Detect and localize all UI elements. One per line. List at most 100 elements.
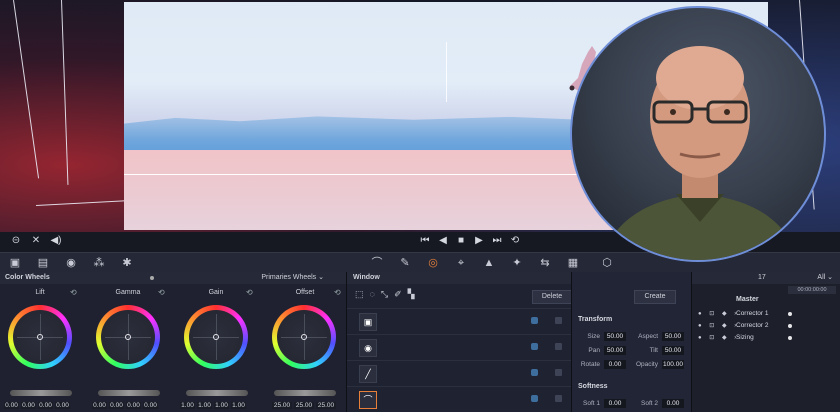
curves-icon[interactable]: ⌒	[370, 256, 384, 270]
color-wheels-panel: Color Wheels Primaries Wheels ⌄ Lift ⟲ 0…	[0, 272, 346, 412]
window-enable-toggle[interactable]	[531, 369, 538, 376]
gamma-g-value[interactable]: 0.00	[126, 402, 141, 409]
panel-title: Color Wheels	[5, 274, 50, 281]
lift-wheel[interactable]	[8, 305, 72, 369]
window-panel-title: Window	[347, 272, 572, 284]
keyframe-dot[interactable]	[788, 324, 792, 328]
aspect-field[interactable]: 50.00	[662, 332, 684, 341]
line-icon[interactable]: ⤡	[381, 289, 388, 300]
gain-b-value[interactable]: 1.00	[231, 402, 246, 409]
gamma-y-value[interactable]: 0.00	[92, 402, 107, 409]
gamma-master-slider[interactable]	[98, 390, 160, 396]
reset-icon[interactable]: ⟲	[334, 288, 341, 297]
square-icon[interactable]: ▣	[359, 313, 377, 331]
gain-y-value[interactable]: 1.00	[180, 402, 195, 409]
reset-icon[interactable]: ⟲	[158, 288, 165, 297]
master-track[interactable]: Master	[736, 296, 759, 303]
square-icon[interactable]: ⬚	[355, 289, 364, 300]
color-wheels-icon[interactable]: ◉	[64, 256, 78, 270]
circle-icon[interactable]: ◉	[359, 339, 377, 357]
key-icon[interactable]: ⇆	[538, 256, 552, 270]
lift-master-slider[interactable]	[10, 390, 72, 396]
step-back-icon[interactable]: ◀	[435, 235, 451, 246]
gain-r-value[interactable]: 1.00	[197, 402, 212, 409]
lock-icon[interactable]: ● ⊡ ◆ ›	[698, 308, 739, 320]
keyframe-header: 17 All ⌄	[692, 272, 840, 284]
node-row[interactable]: ● ⊡ ◆ › Corrector 1	[692, 308, 840, 320]
lift-g-value[interactable]: 0.00	[38, 402, 53, 409]
lock-icon[interactable]: ● ⊡ ◆ ›	[698, 320, 739, 332]
gamma-wheel[interactable]	[96, 305, 160, 369]
wheel-label-offset: Offset	[295, 289, 315, 296]
offset-b-value[interactable]: 25.00	[316, 402, 336, 409]
gamma-r-value[interactable]: 0.00	[109, 402, 124, 409]
create-button[interactable]: Create	[634, 290, 676, 304]
delete-button[interactable]: Delete	[532, 290, 572, 304]
lift-y-value[interactable]: 0.00	[4, 402, 19, 409]
lock-icon[interactable]: ● ⊡ ◆ ›	[698, 332, 739, 344]
tilt-field[interactable]: 50.00	[662, 346, 684, 355]
page-dot[interactable]	[150, 276, 154, 280]
reset-icon[interactable]: ⟲	[246, 288, 253, 297]
gain-wheel[interactable]	[184, 305, 248, 369]
lift-b-value[interactable]: 0.00	[55, 402, 70, 409]
presenter-webcam	[570, 6, 826, 262]
loop-icon[interactable]: ⟲	[507, 235, 523, 246]
skip-forward-icon[interactable]: ⏭	[489, 235, 505, 246]
window-invert-toggle[interactable]	[555, 395, 562, 402]
window-invert-toggle[interactable]	[555, 343, 562, 350]
play-icon[interactable]: ▶	[471, 235, 487, 246]
window-row-curve[interactable]: ⌒	[347, 386, 572, 411]
color-match-icon[interactable]: ▤	[36, 256, 50, 270]
gradient-icon[interactable]: ▚	[408, 289, 415, 300]
gain-master-slider[interactable]	[186, 390, 248, 396]
all-dropdown[interactable]: All ⌄	[817, 272, 833, 284]
soft1-field[interactable]: 0.00	[604, 399, 626, 408]
size-field[interactable]: 50.00	[604, 332, 626, 341]
node-row[interactable]: ● ⊡ ◆ › Corrector 2	[692, 320, 840, 332]
window-enable-toggle[interactable]	[531, 317, 538, 324]
stop-icon[interactable]: ■	[453, 235, 469, 246]
skip-back-icon[interactable]: ⏮	[417, 235, 433, 246]
offset-master-slider[interactable]	[274, 390, 336, 396]
gamma-b-value[interactable]: 0.00	[143, 402, 158, 409]
linear-icon[interactable]: ╱	[359, 365, 377, 383]
lift-r-value[interactable]: 0.00	[21, 402, 36, 409]
reset-icon[interactable]: ⟲	[70, 288, 77, 297]
soft2-field[interactable]: 0.00	[662, 399, 684, 408]
opacity-field[interactable]: 100.00	[662, 360, 684, 369]
window-row-linear[interactable]: ╱	[347, 360, 572, 385]
camera-raw-icon[interactable]: ▣	[8, 256, 22, 270]
window-icon[interactable]: ◎	[426, 256, 440, 270]
keyframe-dot[interactable]	[788, 336, 792, 340]
rgb-mixer-icon[interactable]: ⁂	[92, 256, 106, 270]
motion-effects-icon[interactable]: ✱	[120, 256, 134, 270]
pan-field[interactable]: 50.00	[604, 346, 626, 355]
curve-icon[interactable]: ⌒	[359, 391, 377, 409]
keyframe-dot[interactable]	[788, 312, 792, 316]
speaker-icon[interactable]: ◀)	[48, 235, 64, 246]
window-enable-toggle[interactable]	[531, 343, 538, 350]
color-warper-icon[interactable]: ✎	[398, 256, 412, 270]
offset-r-value[interactable]: 25.00	[272, 402, 292, 409]
curve-icon[interactable]: ✐	[394, 289, 402, 300]
link-icon[interactable]: ⊝	[8, 235, 24, 246]
offset-wheel[interactable]	[272, 305, 336, 369]
rotate-field[interactable]: 0.00	[604, 360, 626, 369]
window-row-circle[interactable]: ◉	[347, 334, 572, 359]
offset-g-value[interactable]: 25.00	[294, 402, 314, 409]
window-enable-toggle[interactable]	[531, 395, 538, 402]
window-invert-toggle[interactable]	[555, 369, 562, 376]
circle-icon[interactable]: ◌	[370, 289, 375, 300]
window-mask-handle[interactable]	[446, 42, 447, 102]
tracker-icon[interactable]: ⌖	[454, 256, 468, 270]
wheels-mode-dropdown[interactable]: Primaries Wheels ⌄	[261, 272, 324, 284]
transform-title: Transform	[578, 316, 613, 323]
close-icon[interactable]: ✕	[28, 235, 44, 246]
node-row[interactable]: ● ⊡ ◆ › Sizing	[692, 332, 840, 344]
magic-mask-icon[interactable]: ▲	[482, 256, 496, 270]
window-invert-toggle[interactable]	[555, 317, 562, 324]
blur-icon[interactable]: ✦	[510, 256, 524, 270]
gain-g-value[interactable]: 1.00	[214, 402, 229, 409]
window-row-square[interactable]: ▣	[347, 308, 572, 333]
